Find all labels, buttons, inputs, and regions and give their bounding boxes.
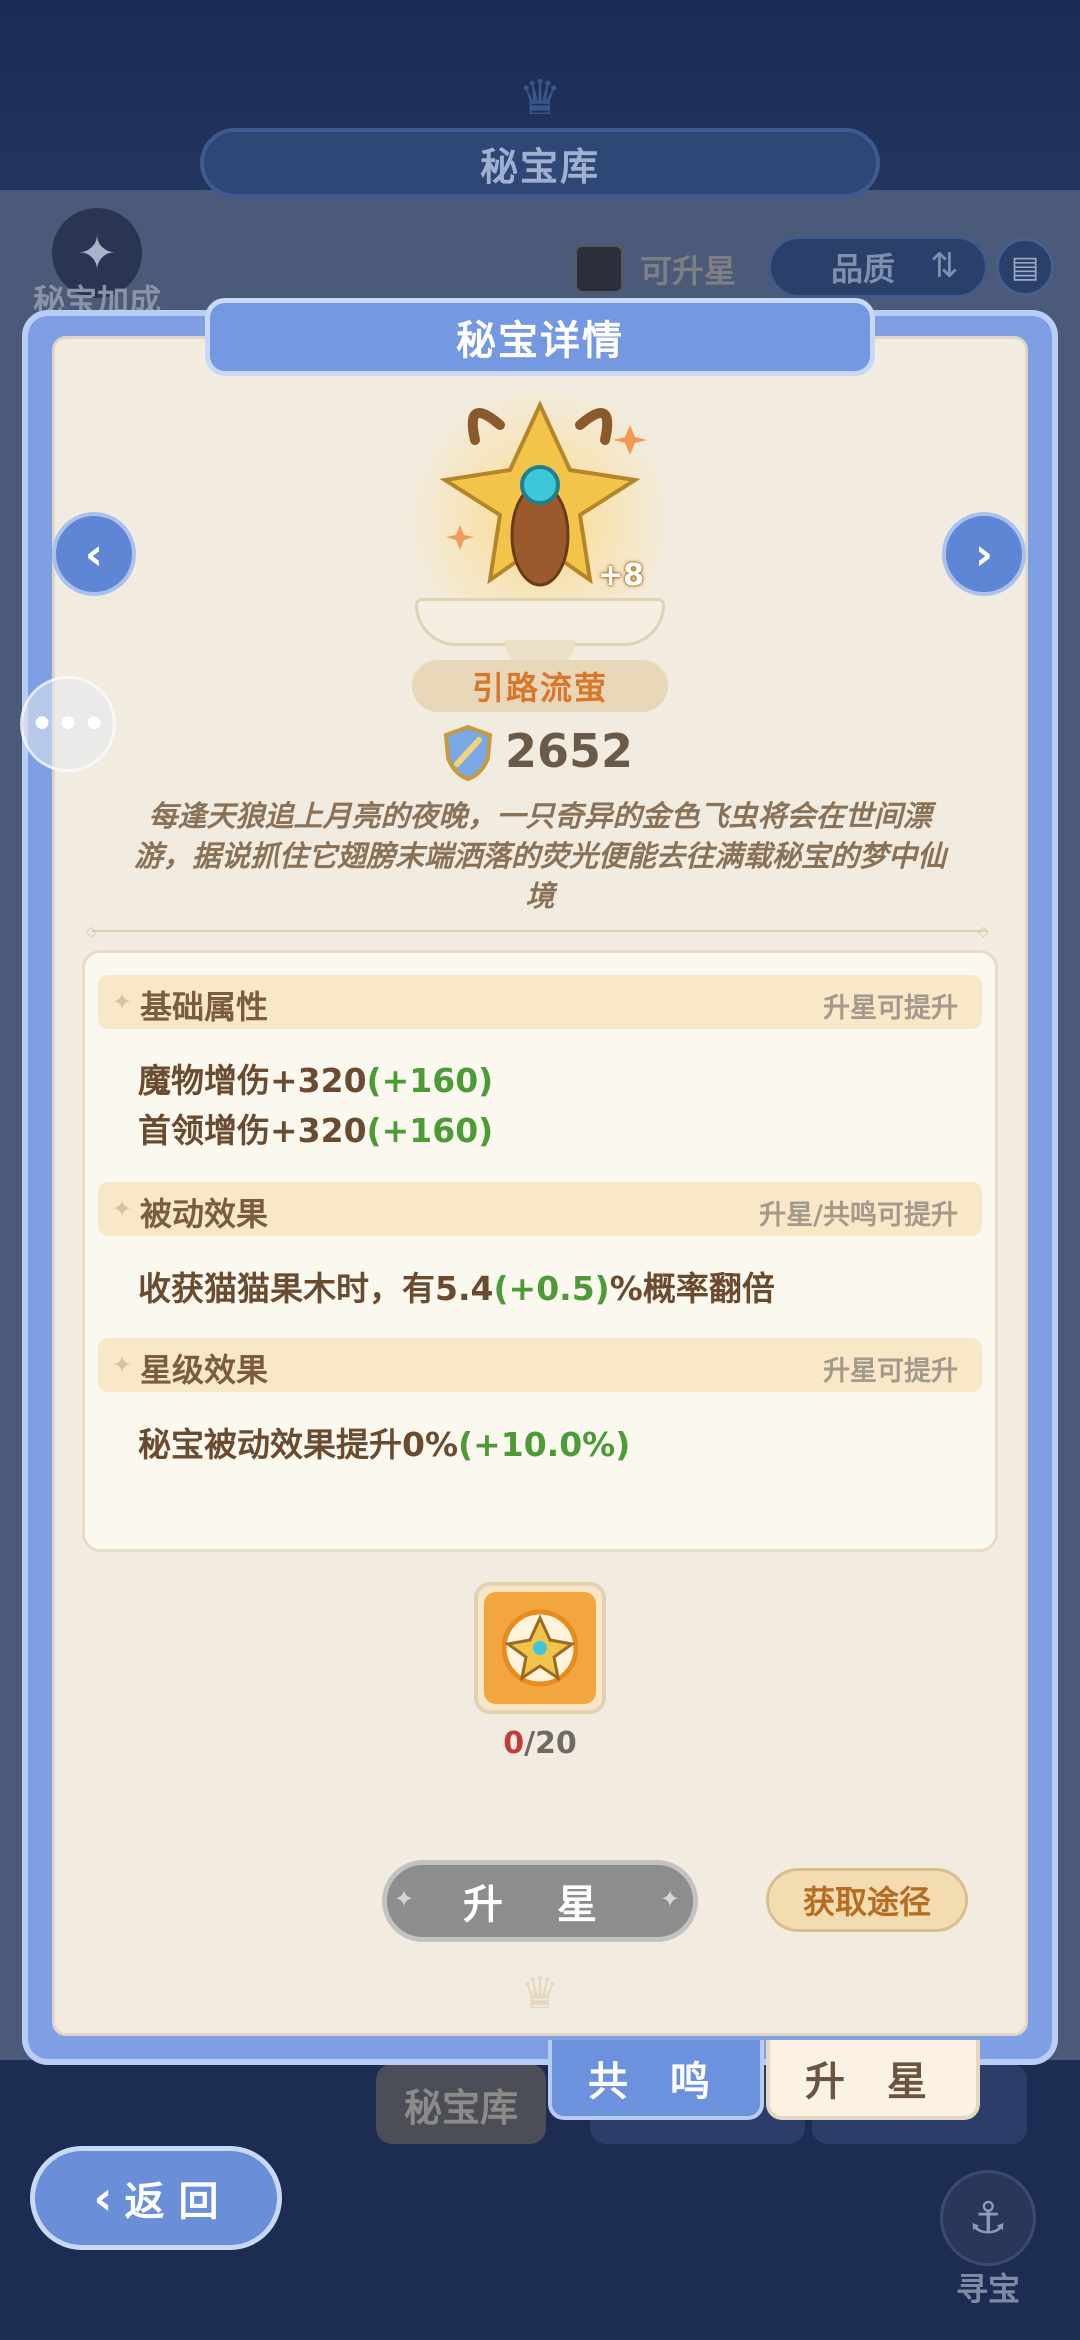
treasure-hunt-icon[interactable]: ⚓ [940, 2170, 1036, 2266]
divider-diamond-icon: ◇ [86, 924, 97, 940]
chevron-left-icon: ‹ [93, 2171, 113, 2225]
back-button[interactable]: ‹ 返 回 [30, 2146, 282, 2250]
power-value: 2652 [505, 724, 634, 778]
divider-diamond-icon: ◇ [978, 924, 989, 940]
treasure-name: 引路流萤 [412, 660, 668, 712]
upgradable-label: 可升星 [640, 252, 737, 290]
star-effect-title: 星级效果 [140, 1351, 269, 1389]
passive-title: 被动效果 [140, 1195, 269, 1233]
treasure-pedestal [415, 598, 665, 646]
base-attr-title: 基础属性 [140, 988, 269, 1026]
treasure-hunt-label: 寻宝 [955, 2270, 1020, 2308]
crown-ornament-icon: ♛ [518, 70, 562, 126]
tab-star-up[interactable]: 升 星 [766, 2040, 980, 2120]
next-treasure-button[interactable]: › [942, 512, 1026, 596]
chevron-right-icon: › [974, 528, 994, 580]
library-title: 秘宝库 [200, 128, 880, 198]
upgradable-checkbox[interactable] [574, 244, 624, 294]
back-label: 返 回 [124, 2179, 219, 2225]
book-icon[interactable]: ▤ [996, 238, 1054, 296]
star-effect-hint: 升星可提升 [823, 1356, 958, 1387]
material-count: 0/20 [503, 1726, 577, 1761]
chat-icon[interactable]: ••• [20, 676, 116, 772]
tab-resonance[interactable]: 共 鸣 [548, 2040, 764, 2120]
prev-treasure-button[interactable]: ‹ [52, 512, 136, 596]
divider [92, 930, 988, 932]
attr-line-monster: 魔物增伤+320(+160) [138, 1061, 494, 1100]
acquire-path-button[interactable]: 获取途径 [766, 1868, 968, 1932]
treasure-level-badge: +8 [598, 558, 645, 593]
attr-line-boss: 首领增伤+320(+160) [138, 1111, 494, 1150]
star-up-button[interactable]: 升 星 [382, 1860, 698, 1942]
fragment-art-icon [501, 1609, 579, 1687]
passive-line: 收获猫猫果木时，有5.4(+0.5)%概率翻倍 [138, 1269, 775, 1308]
sparkle-icon: ✦ [394, 1885, 415, 1913]
quality-label: 品质 [831, 250, 896, 288]
crown-ornament-icon: ♛ [520, 1968, 560, 2019]
passive-hint: 升星/共鸣可提升 [759, 1200, 958, 1231]
base-attr-hint: 升星可提升 [823, 993, 958, 1024]
power-shield-icon [443, 724, 493, 782]
sort-arrows-icon: ⇅ [930, 246, 959, 286]
sparkle-icon: ✦ [112, 1351, 133, 1379]
treasure-description: 每逢天狼追上月亮的夜晚，一只奇异的金色飞虫将会在世间漂游，据说抓住它翅膀末端洒落… [133, 799, 946, 913]
tab-library[interactable]: 秘宝库 [376, 2064, 546, 2144]
dialog-title: 秘宝详情 [205, 298, 875, 376]
star-effect-line: 秘宝被动效果提升0%(+10.0%) [138, 1425, 631, 1464]
chevron-left-icon: ‹ [84, 528, 104, 580]
sparkle-icon: ✦ [112, 1195, 133, 1223]
sparkle-icon: ✦ [660, 1885, 681, 1913]
sparkle-icon: ✦ [112, 988, 133, 1016]
